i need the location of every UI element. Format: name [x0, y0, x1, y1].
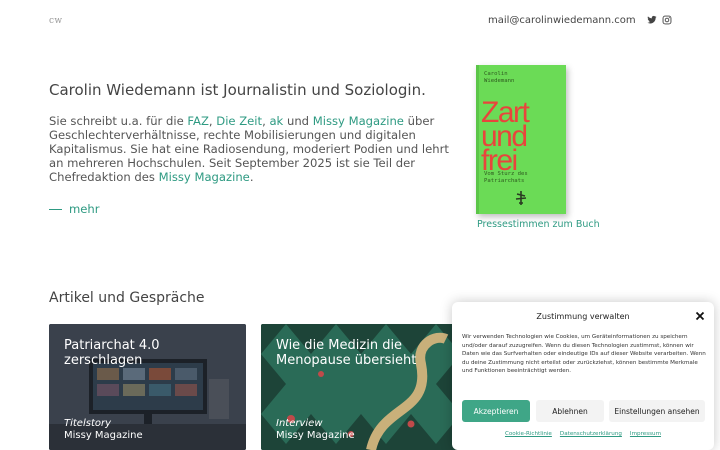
book-subtitle: Vom Sturz des Patriarchats: [484, 171, 528, 185]
deny-button[interactable]: Ablehnen: [536, 400, 604, 422]
book-subtitle-line: Patriarchats: [484, 178, 525, 184]
book-author: Carolin Wiedemann: [484, 71, 514, 85]
link-die-zeit[interactable]: Die Zeit: [216, 114, 262, 128]
more-label: mehr: [69, 202, 100, 216]
link-missy-magazine-2[interactable]: Missy Magazine: [159, 170, 250, 184]
article-type: Interview: [276, 418, 323, 429]
imprint-link[interactable]: Impressum: [630, 431, 661, 437]
bio-text: Sie schreibt u.a. für die: [49, 114, 188, 128]
cookie-policy-link[interactable]: Cookie-Richtlinie: [505, 431, 552, 437]
articles-heading: Artikel und Gespräche: [49, 290, 205, 306]
book-cover[interactable]: Carolin Wiedemann Zart und frei Vom Stur…: [476, 65, 566, 214]
close-icon[interactable]: [695, 311, 705, 321]
cookie-dialog-title: Zustimmung verwalten: [536, 312, 630, 321]
press-quotes-link[interactable]: Pressestimmen zum Buch: [477, 219, 600, 230]
article-type: Titelstory: [64, 418, 112, 429]
link-ak[interactable]: ak: [269, 114, 283, 128]
link-faz[interactable]: FAZ: [187, 114, 208, 128]
book-author-line: Wiedemann: [484, 78, 515, 84]
privacy-policy-link[interactable]: Datenschutzerklärung: [560, 431, 622, 437]
book-spine: [476, 65, 479, 214]
book-title: Zart und frei: [481, 98, 530, 176]
article-title: Wie die Medizin die Menopause übersieht: [276, 338, 417, 368]
article-publication: Missy Magazine: [276, 430, 355, 441]
bio-text: und: [283, 114, 313, 128]
page-headline: Carolin Wiedemann ist Journalistin und S…: [49, 81, 426, 99]
accept-button[interactable]: Akzeptieren: [462, 400, 530, 422]
site-logo[interactable]: cw: [49, 16, 62, 26]
twitter-icon[interactable]: [647, 15, 659, 27]
book-subtitle-line: Vom Sturz des: [484, 171, 528, 177]
preferences-button[interactable]: Einstellungen ansehen: [609, 400, 705, 422]
bio-paragraph: Sie schreibt u.a. für die FAZ, Die Zeit,…: [49, 114, 454, 184]
more-link[interactable]: mehr: [49, 202, 100, 216]
cookie-dialog-text: Wir verwenden Technologien wie Cookies, …: [462, 334, 706, 374]
instagram-icon[interactable]: [662, 15, 674, 27]
book-author-line: Carolin: [484, 71, 508, 77]
article-card[interactable]: Wie die Medizin die Menopause übersieht …: [261, 324, 458, 450]
article-card[interactable]: Patriarchat 4.0 zerschlagen Titelstory M…: [49, 324, 246, 450]
publisher-logo-icon: [515, 191, 527, 205]
email-link[interactable]: mail@carolinwiedemann.com: [488, 15, 636, 26]
cookie-links: Cookie-Richtlinie Datenschutzerklärung I…: [452, 431, 714, 437]
link-missy-magazine[interactable]: Missy Magazine: [313, 114, 404, 128]
article-title: Patriarchat 4.0 zerschlagen: [64, 338, 160, 368]
bio-text: .: [249, 170, 254, 184]
cookie-consent-dialog: Zustimmung verwalten Wir verwenden Techn…: [452, 302, 714, 450]
dash-icon: [49, 208, 62, 210]
article-publication: Missy Magazine: [64, 430, 143, 441]
